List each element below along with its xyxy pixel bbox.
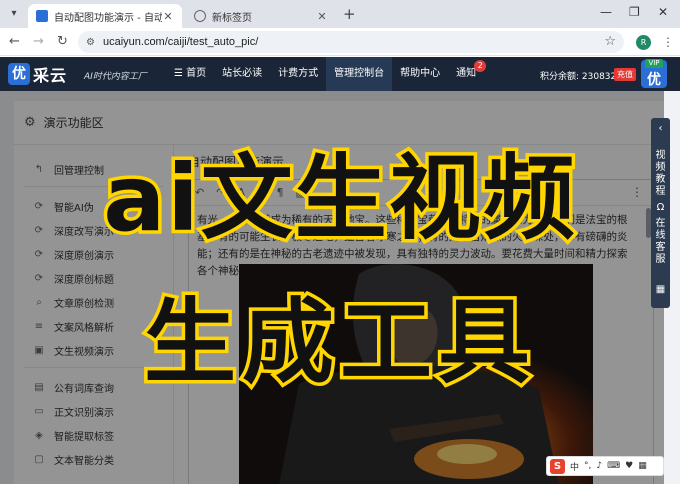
forward-arrow-icon[interactable]: → bbox=[33, 34, 44, 49]
back-arrow-icon[interactable]: ← bbox=[9, 34, 20, 49]
site-info-icon[interactable]: ⚙ bbox=[86, 37, 95, 48]
nav-pricing[interactable]: 计费方式 bbox=[270, 57, 326, 91]
reload-icon[interactable]: ↻ bbox=[57, 34, 68, 49]
nav-label: 站长必读 bbox=[222, 68, 263, 79]
restore-icon[interactable]: ❐ bbox=[629, 5, 640, 19]
browser-tab-active[interactable]: 自动配图功能演示 - 自动文章采 ✕ bbox=[28, 4, 182, 28]
tab-search-icon[interactable]: ▾ bbox=[6, 7, 22, 21]
punctuation-icon[interactable]: °, bbox=[584, 461, 591, 471]
tab-close-icon[interactable]: ✕ bbox=[316, 10, 328, 23]
nav-label: 管理控制台 bbox=[334, 68, 385, 79]
window-close-icon[interactable]: ✕ bbox=[658, 5, 668, 19]
vip-badge[interactable]: VIP 优 bbox=[641, 59, 667, 88]
address-bar[interactable]: ⚙ ucaiyun.com/caiji/test_auto_pic/ ☆ bbox=[78, 31, 624, 53]
vip-mark: 优 bbox=[647, 72, 661, 88]
site-header: 优 采云 AI时代内容工厂 ☰ 首页 站长必读 计费方式 管理控制台 帮助中心 … bbox=[0, 57, 680, 91]
menu-icon: ☰ bbox=[174, 68, 187, 79]
url-text: ucaiyun.com/caiji/test_auto_pic/ bbox=[102, 36, 259, 48]
tab-close-icon[interactable]: ✕ bbox=[162, 10, 174, 23]
nav-home[interactable]: ☰ 首页 bbox=[166, 57, 214, 91]
site-slogan: AI时代内容工厂 bbox=[84, 72, 147, 82]
tab-title: 自动配图功能演示 - 自动文章采 bbox=[54, 12, 162, 24]
nav-label: 通知 bbox=[456, 68, 477, 79]
ime-toolbar[interactable]: S 中 °, ♪ ⌨ ♥ ▦ bbox=[546, 456, 664, 476]
tab-title: 新标签页 bbox=[212, 12, 252, 24]
skin-icon[interactable]: ♥ bbox=[625, 461, 633, 471]
apps-icon[interactable]: ▦ bbox=[638, 461, 647, 471]
minimize-icon[interactable]: — bbox=[600, 5, 612, 19]
headline-line-1: ai文生视频 bbox=[100, 142, 579, 256]
nav-help[interactable]: 帮助中心 bbox=[392, 57, 448, 91]
nav-label: 首页 bbox=[186, 68, 207, 79]
recharge-button[interactable]: 充值 bbox=[614, 68, 636, 81]
site-logo[interactable]: 优 采云 bbox=[8, 62, 67, 86]
logo-mark: 优 bbox=[8, 63, 30, 85]
vip-tag: VIP bbox=[645, 59, 663, 68]
notice-badge: 2 bbox=[474, 60, 487, 72]
browser-toolbar: ← → ↻ ⚙ ucaiyun.com/caiji/test_auto_pic/… bbox=[0, 28, 680, 56]
browser-tab-strip: ▾ 自动配图功能演示 - 自动文章采 ✕ 新标签页 ✕ + — ❐ ✕ bbox=[0, 0, 680, 28]
nav-label: 计费方式 bbox=[278, 68, 319, 79]
keyboard-icon[interactable]: ⌨ bbox=[607, 461, 620, 471]
microphone-icon[interactable]: ♪ bbox=[596, 461, 602, 471]
browser-tab-new[interactable]: 新标签页 ✕ bbox=[186, 4, 336, 28]
points-balance: 积分余额: 2308329 bbox=[540, 72, 622, 82]
globe-icon bbox=[194, 10, 206, 22]
profile-avatar[interactable]: R bbox=[636, 35, 651, 50]
nav-console[interactable]: 管理控制台 bbox=[326, 57, 393, 91]
site-favicon-icon bbox=[36, 10, 48, 22]
ime-mode[interactable]: 中 bbox=[570, 460, 579, 473]
new-tab-plus-icon[interactable]: + bbox=[343, 6, 356, 22]
sogou-logo-icon[interactable]: S bbox=[550, 458, 565, 474]
nav-notice[interactable]: 通知 2 bbox=[448, 57, 487, 91]
browser-menu-icon[interactable]: ⋮ bbox=[662, 35, 674, 49]
main-nav: ☰ 首页 站长必读 计费方式 管理控制台 帮助中心 通知 2 bbox=[166, 57, 487, 91]
nav-webmaster[interactable]: 站长必读 bbox=[214, 57, 270, 91]
nav-label: 帮助中心 bbox=[400, 68, 441, 79]
headline-line-2: 生成工具 bbox=[140, 286, 536, 400]
logo-text: 采云 bbox=[33, 66, 68, 85]
bookmark-star-icon[interactable]: ☆ bbox=[604, 34, 616, 49]
